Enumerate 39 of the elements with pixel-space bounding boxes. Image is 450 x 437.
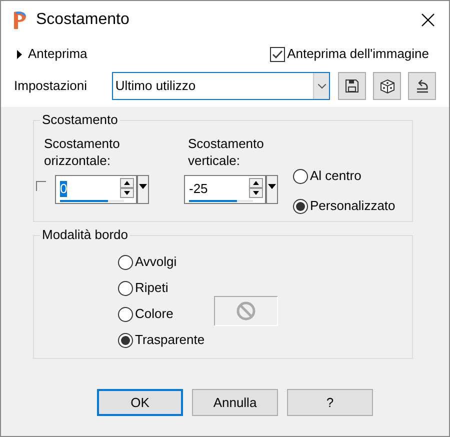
radio-label: Al centro <box>310 167 362 186</box>
settings-dropdown[interactable]: Ultimo utilizzo <box>112 72 330 100</box>
dialog-button[interactable]: OK <box>97 389 183 416</box>
settings-label: Impostazioni <box>14 77 88 96</box>
radio-button[interactable] <box>118 254 133 270</box>
save-button[interactable] <box>338 72 366 100</box>
radio-button[interactable] <box>293 198 308 214</box>
radio-button[interactable] <box>293 168 308 184</box>
randomize-button[interactable] <box>373 72 401 100</box>
preview-toggle[interactable]: Anteprima <box>17 44 88 64</box>
radio-button[interactable] <box>118 332 133 348</box>
field-label: Scostamento orizzontale: <box>44 135 121 169</box>
no-color-icon <box>236 301 256 321</box>
spinner-icon[interactable] <box>249 178 263 198</box>
link-checkbox[interactable] <box>36 181 46 191</box>
reset-button[interactable] <box>408 72 436 100</box>
window-title: Scostamento <box>36 10 130 30</box>
close-icon[interactable] <box>421 13 435 27</box>
radio-button[interactable] <box>118 306 133 322</box>
field-label: Scostamento verticale: <box>188 135 265 169</box>
spinner-icon[interactable] <box>120 178 134 198</box>
color-swatch[interactable] <box>214 296 278 326</box>
radio-label: Trasparente <box>135 331 205 350</box>
undo-arrow-icon <box>414 79 430 93</box>
app-logo-icon <box>12 10 28 30</box>
dice-icon <box>380 78 394 94</box>
radio-label: Personalizzato <box>310 197 396 216</box>
radio-label: Avvolgi <box>135 253 177 272</box>
radio-label: Colore <box>135 305 174 324</box>
checkbox[interactable] <box>270 46 286 62</box>
dialog-button[interactable]: ? <box>287 389 373 416</box>
radio-label: Ripeti <box>135 279 168 298</box>
checkbox-label: Anteprima dell'immagine <box>287 45 429 64</box>
number-field[interactable]: -25 <box>184 175 266 204</box>
number-field[interactable]: 0 <box>55 175 137 204</box>
chevron-down-icon <box>318 84 326 88</box>
dialog-button[interactable]: Annulla <box>192 389 278 416</box>
caret-icon <box>17 50 22 58</box>
radio-button[interactable] <box>118 280 133 296</box>
